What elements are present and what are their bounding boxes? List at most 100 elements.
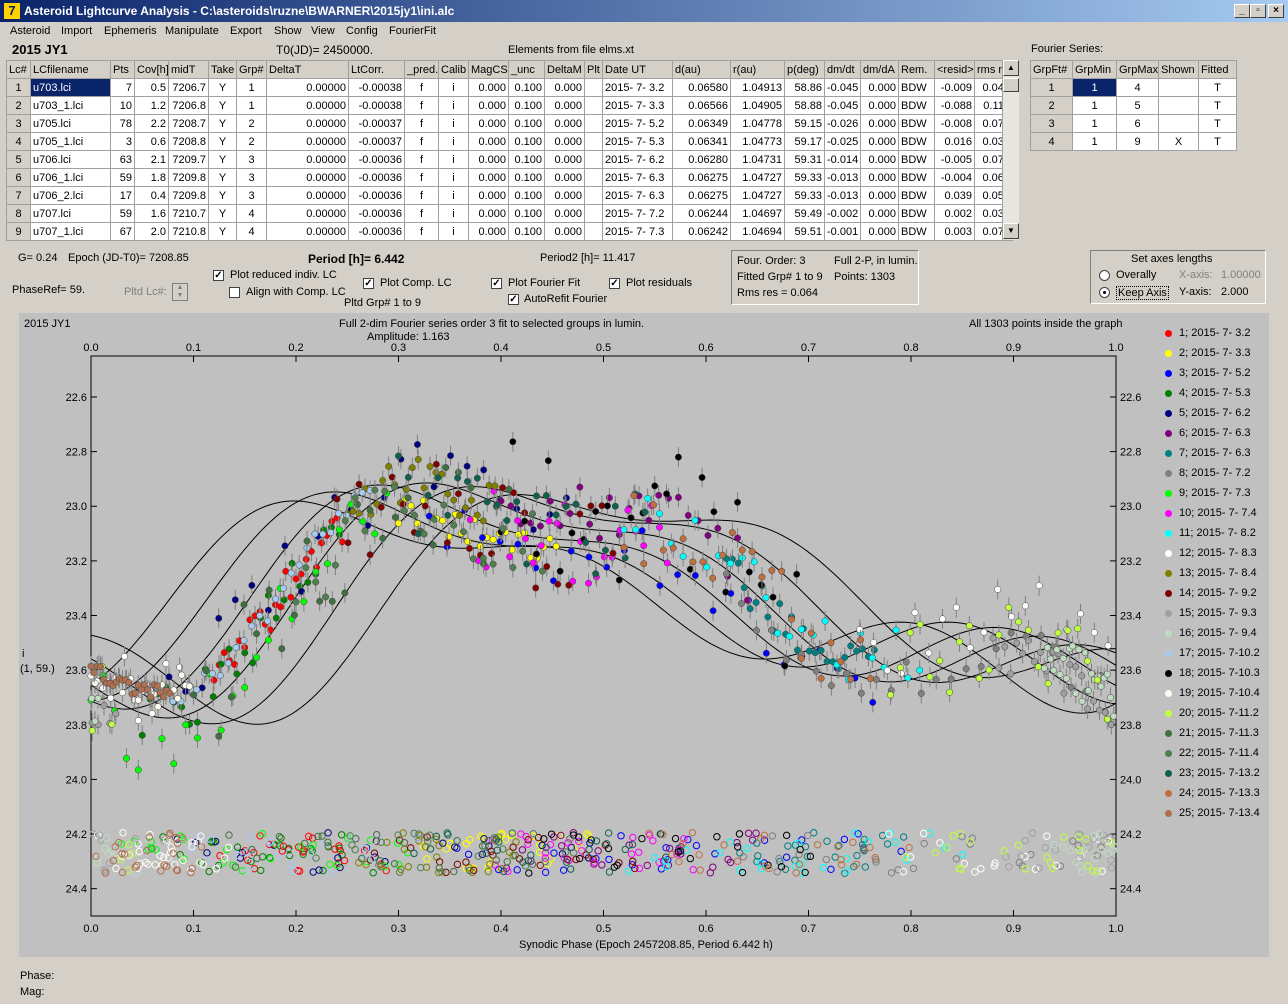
table-cell[interactable] [584,132,603,151]
menu-import[interactable]: Import [61,25,92,37]
x-axis-value[interactable]: 1.00000 [1221,269,1261,281]
table-cell[interactable]: 58.88 [784,96,825,115]
table-cell[interactable]: u703_1.lci [30,96,111,115]
table-cell[interactable]: f [404,168,439,187]
row-header[interactable]: 1 [6,78,31,97]
table-cell[interactable]: BDW [898,222,935,241]
fourier-row-header[interactable]: 4 [1030,132,1073,151]
column-header[interactable]: DeltaT [266,60,349,79]
fourier-row[interactable]: 215 T [1030,96,1237,115]
table-cell[interactable]: 2015- 7- 5.3 [602,132,673,151]
table-cell[interactable]: 59 [110,168,135,187]
table-cell[interactable]: i [438,132,469,151]
table-cell[interactable]: 59.17 [784,132,825,151]
table-cell[interactable]: 0.06341 [672,132,731,151]
table-cell[interactable]: 2.2 [134,114,169,133]
table-cell[interactable]: 1.04697 [730,204,785,223]
table-cell[interactable]: 0.00000 [266,186,349,205]
table-cell[interactable]: 3 [236,186,267,205]
table-cell[interactable]: 2.0 [134,222,169,241]
table-cell[interactable]: 1.04773 [730,132,785,151]
column-header[interactable]: Grp# [236,60,267,79]
column-header[interactable]: r(au) [730,60,785,79]
table-cell[interactable]: 2015- 7- 7.3 [602,222,673,241]
plot-residuals-checkbox[interactable]: ✓ [609,278,620,289]
table-cell[interactable]: 0.06580 [672,78,731,97]
column-header[interactable]: Date UT [602,60,673,79]
keep-axis-radio[interactable] [1099,287,1110,298]
table-cell[interactable]: 2015- 7- 7.2 [602,204,673,223]
column-header[interactable]: Rem. [898,60,935,79]
table-cell[interactable]: 7206.8 [168,96,209,115]
table-cell[interactable]: 0.002 [934,204,975,223]
table-cell[interactable]: 2015- 7- 3.3 [602,96,673,115]
row-header[interactable]: 7 [6,186,31,205]
table-cell[interactable]: i [438,186,469,205]
table-cell[interactable]: -0.045 [824,78,861,97]
overally-radio[interactable] [1099,270,1110,281]
table-cell[interactable]: 0.000 [468,114,509,133]
pltd-lc-spinner[interactable]: ▲ ▼ [172,283,188,301]
table-cell[interactable]: -0.00036 [348,150,405,169]
table-cell[interactable]: i [438,204,469,223]
table-cell[interactable]: i [438,150,469,169]
table-cell[interactable]: 2 [236,132,267,151]
table-cell[interactable]: Y [208,186,237,205]
table-cell[interactable]: 0.100 [508,204,545,223]
fourier-cell[interactable]: 9 [1116,132,1159,151]
table-cell[interactable]: 1.2 [134,96,169,115]
table-cell[interactable]: 0.100 [508,150,545,169]
table-cell[interactable]: Y [208,114,237,133]
table-cell[interactable]: f [404,150,439,169]
table-cell[interactable]: i [438,114,469,133]
table-cell[interactable]: 1.04727 [730,168,785,187]
column-header[interactable]: Calib [438,60,469,79]
align-comp-checkbox[interactable] [229,287,240,298]
table-cell[interactable]: 0.000 [860,78,899,97]
menu-view[interactable]: View [311,25,335,37]
table-row[interactable]: 2 u703_1.lci 10 1.2 7206.8 Y 1 0.00000 -0.00038 f… [6,96,1013,115]
menu-manipulate[interactable]: Manipulate [165,25,219,37]
column-header[interactable]: DeltaM [544,60,585,79]
row-header[interactable]: 4 [6,132,31,151]
table-cell[interactable]: 0.100 [508,186,545,205]
table-cell[interactable]: 59.15 [784,114,825,133]
table-cell[interactable]: u705.lci [30,114,111,133]
fourier-cell[interactable]: 1 [1072,96,1117,115]
row-header[interactable]: 3 [6,114,31,133]
table-cell[interactable]: 0.06242 [672,222,731,241]
lightcurve-table[interactable]: Lc# LCfilename Pts Cov[h] midT Take Grp# DeltaT… [6,60,1013,241]
minimize-button[interactable]: _ [1234,4,1250,18]
menu-asteroid[interactable]: Asteroid [10,25,50,37]
table-cell[interactable]: 7208.7 [168,114,209,133]
table-cell[interactable]: 0.00000 [266,150,349,169]
table-cell[interactable]: f [404,132,439,151]
table-cell[interactable]: 0.000 [544,132,585,151]
table-scrollbar[interactable]: ▲ ▼ [1002,60,1019,240]
table-row[interactable]: 5 u706.lci 63 2.1 7209.7 Y 3 0.00000 -0.00036 f i 0… [6,150,1013,169]
table-cell[interactable]: -0.001 [824,222,861,241]
column-header[interactable]: p(deg) [784,60,825,79]
table-cell[interactable]: 0.00000 [266,222,349,241]
menu-config[interactable]: Config [346,25,378,37]
fourier-cell[interactable]: 1 [1072,132,1117,151]
table-cell[interactable]: 4 [236,222,267,241]
table-cell[interactable]: i [438,96,469,115]
table-row[interactable]: 1 u703.lci 7 0.5 7206.7 Y 1 0.00000 -0.00038 f i 0.… [6,78,1013,97]
table-cell[interactable]: f [404,96,439,115]
table-cell[interactable]: Y [208,132,237,151]
table-cell[interactable]: 1.04727 [730,186,785,205]
table-cell[interactable]: BDW [898,96,935,115]
table-cell[interactable]: 0.000 [468,150,509,169]
fourier-cell[interactable]: T [1198,132,1237,151]
table-cell[interactable]: 1.04778 [730,114,785,133]
table-cell[interactable]: BDW [898,78,935,97]
table-cell[interactable]: 0.6 [134,132,169,151]
table-cell[interactable]: 2015- 7- 6.2 [602,150,673,169]
table-cell[interactable]: 0.000 [468,96,509,115]
table-cell[interactable]: 0.000 [860,186,899,205]
table-cell[interactable]: 0.000 [860,96,899,115]
fourier-cell[interactable] [1158,78,1199,97]
table-cell[interactable]: 0.000 [544,96,585,115]
table-cell[interactable]: 7209.7 [168,150,209,169]
